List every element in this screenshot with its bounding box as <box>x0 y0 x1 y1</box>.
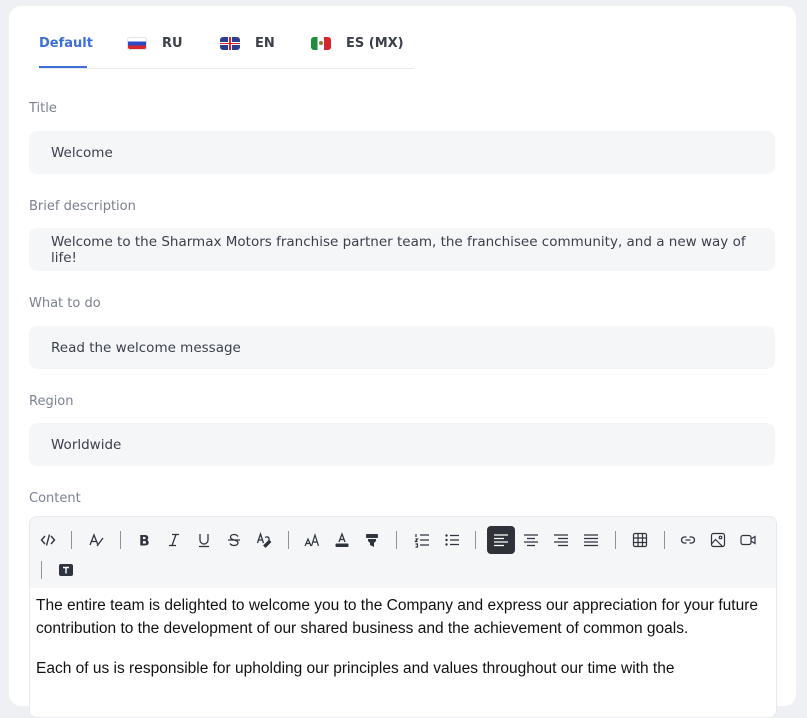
region-value: Worldwide <box>51 436 122 453</box>
content-label: Content <box>29 491 81 506</box>
align-right-icon[interactable] <box>549 528 573 552</box>
region-label: Region <box>29 394 74 409</box>
language-tabs: Default RU EN ES (MX) <box>39 6 414 69</box>
clear-format-icon[interactable] <box>84 528 108 552</box>
tab-ru-label: RU <box>162 35 183 51</box>
svg-text:B: B <box>139 534 150 549</box>
what-to-do-input[interactable]: Read the welcome message <box>29 326 775 369</box>
image-icon[interactable] <box>706 528 730 552</box>
translation-card: Default RU EN ES (MX) Title Welcome Brie… <box>9 6 796 718</box>
align-justify-icon[interactable] <box>579 528 603 552</box>
bold-icon[interactable]: B <box>132 528 156 552</box>
tab-en[interactable]: EN <box>220 34 275 52</box>
table-icon[interactable] <box>628 528 652 552</box>
align-center-icon[interactable] <box>519 528 543 552</box>
italic-icon[interactable] <box>162 528 186 552</box>
rich-text-editor: B The entire team is delighted to welcom… <box>29 516 777 718</box>
title-input[interactable]: Welcome <box>29 131 775 174</box>
content-editor-body[interactable]: The entire team is delighted to welcome … <box>30 588 776 717</box>
flag-mx-icon <box>311 36 331 50</box>
code-view-icon[interactable] <box>36 528 60 552</box>
background-color-icon[interactable] <box>360 528 384 552</box>
editor-toolbar: B <box>30 517 776 588</box>
font-color-icon[interactable] <box>330 528 354 552</box>
brief-description-value: Welcome to the Sharmax Motors franchise … <box>51 233 746 266</box>
align-left-icon[interactable] <box>487 526 515 554</box>
tab-default[interactable]: Default <box>39 34 93 52</box>
text-block-icon[interactable] <box>54 558 78 582</box>
region-select[interactable]: Worldwide <box>29 423 775 466</box>
video-icon[interactable] <box>736 528 760 552</box>
link-icon[interactable] <box>676 528 700 552</box>
flag-gb-icon <box>220 36 240 50</box>
what-to-do-label: What to do <box>29 296 101 311</box>
content-paragraph: Each of us is responsible for upholding … <box>36 660 675 677</box>
font-size-icon[interactable] <box>300 528 324 552</box>
highlight-icon[interactable] <box>252 528 276 552</box>
tab-es-mx-label: ES (MX) <box>346 35 404 51</box>
tab-ru[interactable]: RU <box>127 34 183 52</box>
tab-default-label: Default <box>39 35 93 51</box>
tab-es-mx[interactable]: ES (MX) <box>311 34 404 52</box>
brief-description-input[interactable]: Welcome to the Sharmax Motors franchise … <box>29 228 775 271</box>
strikethrough-icon[interactable] <box>222 528 246 552</box>
title-label: Title <box>29 101 57 116</box>
bullet-list-icon[interactable] <box>440 528 464 552</box>
brief-description-label: Brief description <box>29 199 136 214</box>
tab-en-label: EN <box>255 35 275 51</box>
title-value: Welcome <box>51 144 113 161</box>
underline-icon[interactable] <box>192 528 216 552</box>
ordered-list-icon[interactable] <box>410 528 434 552</box>
content-paragraph: The entire team is delighted to welcome … <box>36 597 759 637</box>
flag-ru-icon <box>127 36 147 50</box>
active-tab-indicator <box>39 66 87 68</box>
what-to-do-value: Read the welcome message <box>51 339 241 356</box>
